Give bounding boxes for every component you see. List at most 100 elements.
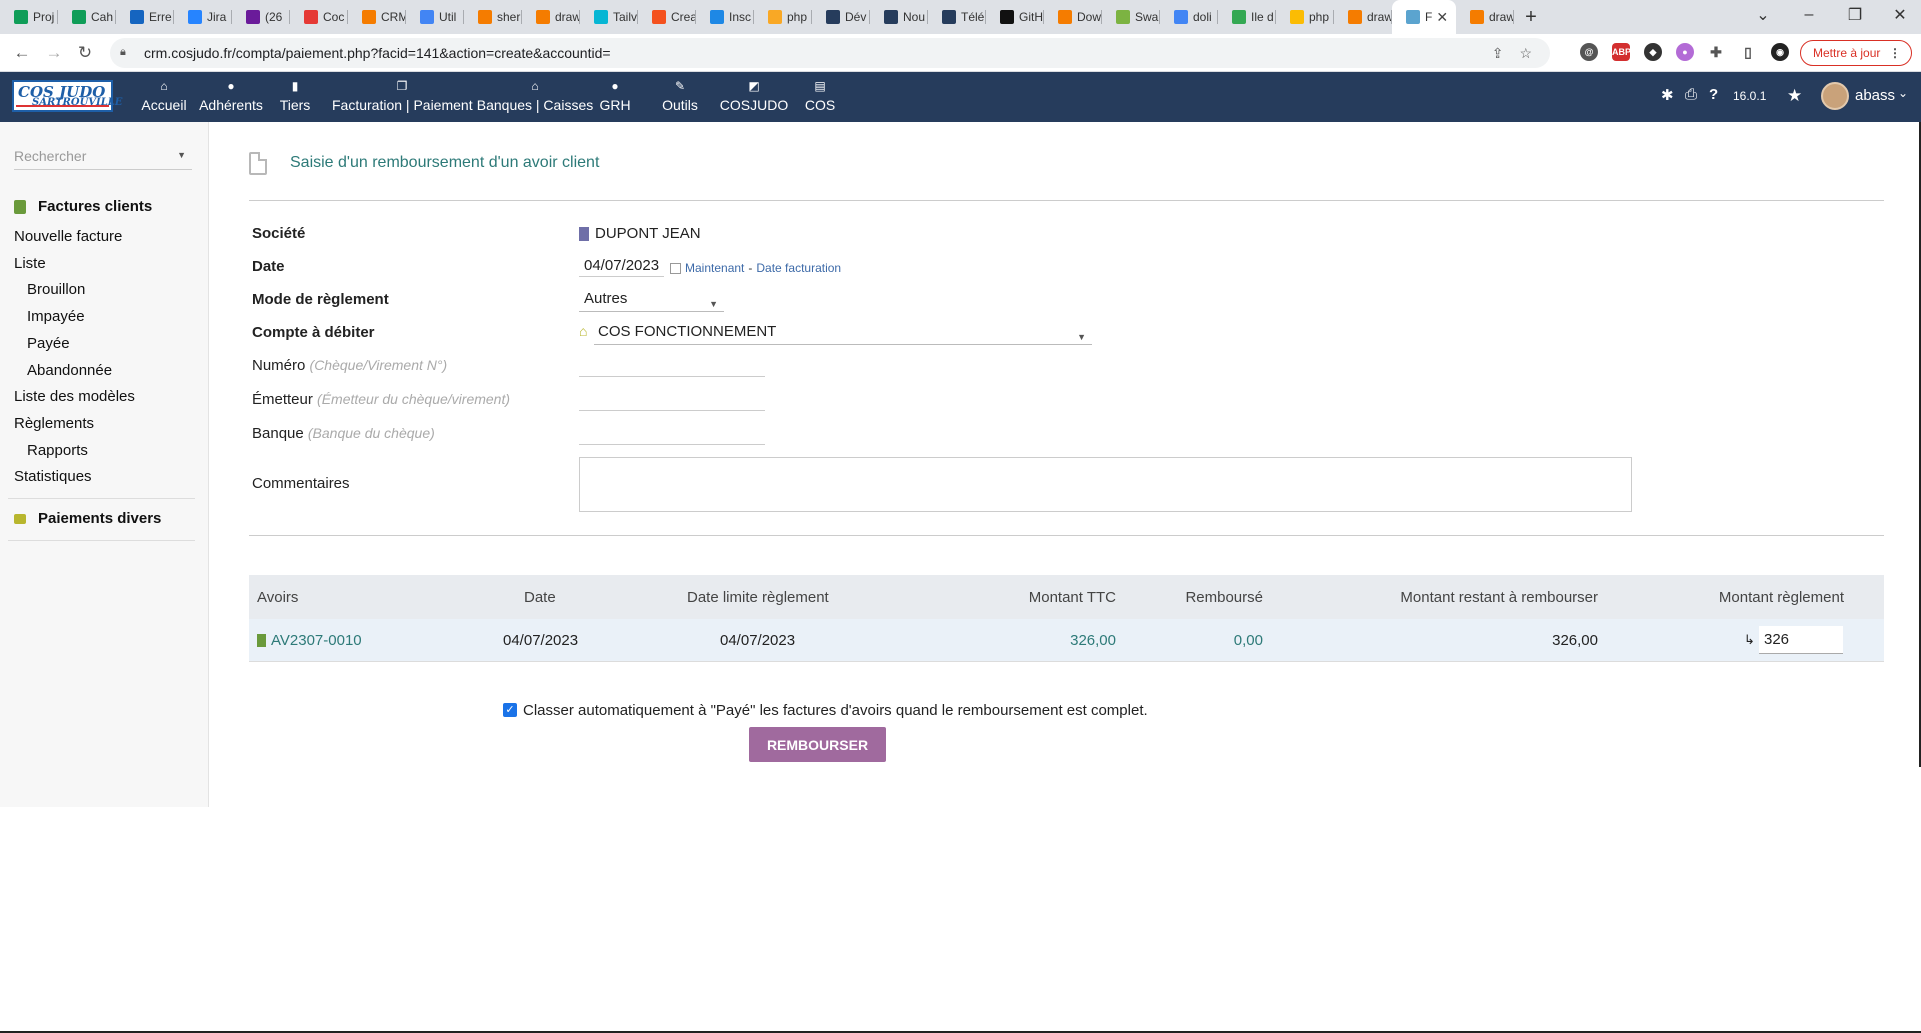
now-link[interactable]: Maintenant xyxy=(685,261,744,275)
auto-classify-checkbox[interactable]: ✓ xyxy=(503,703,517,717)
kebab-menu-icon[interactable]: ⋮ xyxy=(1889,46,1901,60)
tab-label: Swa xyxy=(1135,10,1159,24)
sidebar-item[interactable]: Brouillon xyxy=(27,281,85,298)
sidebar-item[interactable]: Rapports xyxy=(27,442,88,459)
browser-tab[interactable]: sher xyxy=(464,0,522,34)
browser-tab[interactable]: (26 xyxy=(232,0,290,34)
browser-tab[interactable]: draw xyxy=(1456,0,1514,34)
help-icon[interactable]: ? xyxy=(1709,86,1718,103)
numero-input[interactable] xyxy=(579,355,765,377)
new-tab-button[interactable]: + xyxy=(1514,6,1548,29)
credit-note-link[interactable]: AV2307-0010 xyxy=(257,619,362,661)
search-input[interactable]: Rechercher ▼ xyxy=(14,148,192,170)
menu-label: Outils xyxy=(662,97,698,113)
comments-textarea[interactable] xyxy=(579,457,1632,512)
browser-tab[interactable]: draw xyxy=(1334,0,1392,34)
sidebar-section-paiements-divers[interactable]: Paiements divers xyxy=(14,510,161,527)
avatar[interactable] xyxy=(1821,82,1849,110)
browser-tab[interactable]: php xyxy=(754,0,812,34)
print-icon[interactable]: ⎙ xyxy=(1685,86,1697,103)
browser-tab[interactable]: php xyxy=(1276,0,1334,34)
menu-home[interactable]: ⌂ Accueil xyxy=(138,78,190,118)
payment-amount-input[interactable]: 326 xyxy=(1759,626,1843,654)
browser-tab[interactable]: Crea xyxy=(638,0,696,34)
browser-tab[interactable]: F ✕ xyxy=(1392,0,1456,34)
account-select[interactable]: COS FONCTIONNEMENT ▼ xyxy=(594,321,1092,345)
fill-amount-arrow-icon[interactable]: ↳ xyxy=(1744,619,1755,661)
company-logo[interactable]: COS JUDO SARTROUVILLE xyxy=(12,80,122,112)
sidebar-section-factures[interactable]: Factures clients xyxy=(14,198,152,215)
browser-tab[interactable]: Coc xyxy=(290,0,348,34)
sidebar-item[interactable]: Payée xyxy=(27,335,70,352)
societe-value[interactable]: DUPONT JEAN xyxy=(579,225,701,242)
payment-mode-select[interactable]: Autres ▼ xyxy=(579,288,724,312)
menu-wrench[interactable]: ✎ Outils xyxy=(660,78,700,118)
sidebar-item[interactable]: Liste des modèles xyxy=(14,388,135,405)
browser-tab[interactable]: Cah xyxy=(58,0,116,34)
side-panel-icon[interactable]: ▯ xyxy=(1739,43,1757,61)
menu-bank[interactable]: ⌂ Banques | Caisses xyxy=(475,78,595,118)
address-bar[interactable]: 🔒︎ crm.cosjudo.fr/compta/paiement.php?fa… xyxy=(110,38,1550,68)
browser-tab[interactable]: draw xyxy=(522,0,580,34)
browser-tab[interactable]: GitH xyxy=(986,0,1044,34)
back-icon[interactable]: ← xyxy=(12,43,32,63)
browser-tab[interactable]: Nou xyxy=(870,0,928,34)
browser-tab[interactable]: Dév xyxy=(812,0,870,34)
menu-user[interactable]: ● Adhérents xyxy=(193,78,269,118)
sidebar-item[interactable]: Liste xyxy=(14,255,46,272)
sidebar-item[interactable]: Règlements xyxy=(14,415,94,432)
sidebar-item[interactable]: Nouvelle facture xyxy=(14,228,122,245)
browser-tab[interactable]: Proj xyxy=(0,0,58,34)
browser-tab[interactable]: Ile d xyxy=(1218,0,1276,34)
tab-favicon-icon xyxy=(420,10,434,24)
extension-icon-3[interactable]: ◆ xyxy=(1644,43,1662,61)
sidebar-item[interactable]: Abandonnée xyxy=(27,362,112,379)
profile-icon[interactable]: ◉ xyxy=(1771,43,1789,61)
menu-user-tie[interactable]: ● GRH xyxy=(590,78,640,118)
extensions-puzzle-icon[interactable]: ✚ xyxy=(1707,43,1725,61)
browser-tab[interactable]: Erre xyxy=(116,0,174,34)
url-text[interactable]: crm.cosjudo.fr/compta/paiement.php?facid… xyxy=(144,45,611,61)
browser-tab[interactable]: Dow xyxy=(1044,0,1102,34)
menu-note[interactable]: ▤ COS xyxy=(800,78,840,118)
browser-tab[interactable]: Tailv xyxy=(580,0,638,34)
bug-icon[interactable]: ✱ xyxy=(1661,86,1674,104)
bookmarks-star-icon[interactable]: ★ xyxy=(1787,86,1802,106)
forward-icon[interactable]: → xyxy=(44,43,64,63)
invoice-date-link[interactable]: Date facturation xyxy=(756,261,841,275)
societe-name: DUPONT JEAN xyxy=(595,225,701,242)
menu-external[interactable]: ◩ COSJUDO xyxy=(715,78,793,118)
bookmark-star-icon[interactable]: ☆ xyxy=(1519,45,1532,62)
browser-tab[interactable]: Insc xyxy=(696,0,754,34)
calendar-icon[interactable] xyxy=(670,262,681,274)
sidebar-item[interactable]: Statistiques xyxy=(14,468,92,485)
reload-icon[interactable]: ↻ xyxy=(75,43,95,63)
browser-tab[interactable]: Jira xyxy=(174,0,232,34)
browser-tab[interactable]: CRM xyxy=(348,0,406,34)
tab-search-icon[interactable]: ⌄ xyxy=(1743,0,1783,30)
extension-icon-4[interactable]: ● xyxy=(1676,43,1694,61)
reimburse-button[interactable]: REMBOURSER xyxy=(749,727,886,762)
menu-building[interactable]: ▮ Tiers xyxy=(275,78,315,118)
chevron-down-icon[interactable]: ⌄ xyxy=(1898,86,1908,100)
browser-tab[interactable]: Util xyxy=(406,0,464,34)
close-window-icon[interactable]: ✕ xyxy=(1880,0,1920,30)
menu-invoice[interactable]: ❐ Facturation | Paiement xyxy=(332,78,473,118)
update-button[interactable]: Mettre à jour ⋮ xyxy=(1800,40,1912,66)
user-name[interactable]: abass xyxy=(1855,87,1895,104)
restore-icon[interactable]: ❐ xyxy=(1835,0,1875,30)
bank-icon: ⌂ xyxy=(531,79,539,93)
browser-tab[interactable]: Télé xyxy=(928,0,986,34)
share-icon[interactable]: ⇪ xyxy=(1492,45,1504,62)
date-input[interactable]: 04/07/2023 xyxy=(579,255,664,277)
browser-tab[interactable]: doli xyxy=(1160,0,1218,34)
browser-tab[interactable]: Swa xyxy=(1102,0,1160,34)
chevron-down-icon[interactable]: ▼ xyxy=(177,150,186,160)
tab-close-icon[interactable]: ✕ xyxy=(1436,9,1448,26)
adblock-icon[interactable]: ABP xyxy=(1612,43,1631,61)
extension-icon-1[interactable]: @ xyxy=(1580,43,1598,61)
emetteur-input[interactable] xyxy=(579,389,765,411)
banque-input[interactable] xyxy=(579,423,765,445)
minimize-icon[interactable]: – xyxy=(1789,0,1829,30)
sidebar-item[interactable]: Impayée xyxy=(27,308,85,325)
